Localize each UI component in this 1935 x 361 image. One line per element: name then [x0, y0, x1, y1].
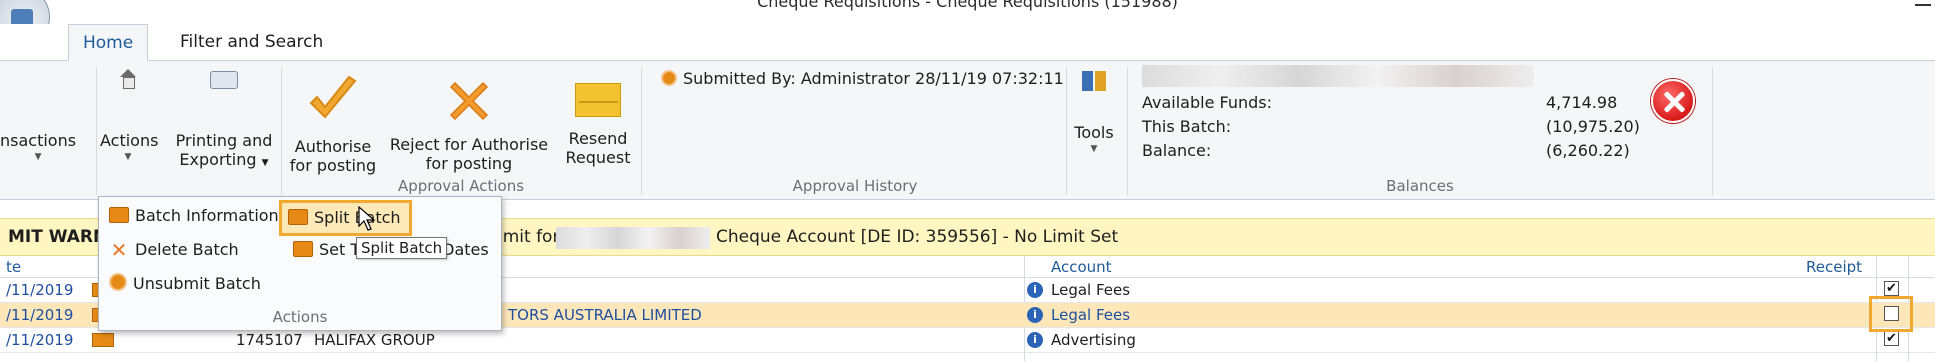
approval-actions-group-label: Approval Actions	[397, 177, 525, 195]
transactions-label: nsactions	[0, 131, 77, 150]
ribbon-separator	[96, 67, 97, 195]
menu-item-batch-information[interactable]: Batch Information	[109, 203, 279, 229]
available-funds-value: 4,714.98	[1546, 93, 1618, 112]
tab-home[interactable]: Home	[68, 24, 149, 62]
row-account: Advertising	[1051, 331, 1136, 349]
printing-label-line2: Exporting	[179, 150, 257, 169]
balance-label: Balance:	[1142, 141, 1212, 160]
chevron-down-icon: ▼	[1090, 144, 1098, 154]
limit-for-text: imit for	[498, 227, 560, 247]
row-date: /11/2019	[6, 331, 74, 349]
receipt-checkbox-highlight	[1869, 296, 1913, 332]
row-name: HALIFAX GROUP	[314, 331, 435, 349]
menu-item-unsubmit-batch[interactable]: Unsubmit Batch	[109, 271, 261, 297]
mail-envelope-icon	[575, 83, 621, 117]
reject-label-line2: for posting	[425, 154, 513, 173]
column-header-account[interactable]: Account	[1051, 258, 1112, 276]
ribbon-separator	[1066, 67, 1067, 195]
unsubmit-icon	[109, 273, 127, 291]
row-date: /11/2019	[6, 281, 74, 299]
this-batch-value: (10,975.20)	[1546, 117, 1640, 136]
row-account: Legal Fees	[1051, 306, 1131, 324]
set-dates-icon	[293, 241, 313, 257]
limit-warning-title: MIT WARN	[8, 227, 108, 247]
window-title: Cheque Requisitions - Cheque Requisition…	[757, 0, 1178, 11]
unsubmit-batch-label: Unsubmit Batch	[133, 274, 261, 293]
actions-dropdown-menu: Batch Information Split Batch ✕ Delete Ba…	[98, 196, 502, 331]
receipt-checkbox[interactable]: ✔	[1884, 281, 1899, 296]
document-icon	[92, 333, 114, 347]
resend-label-line1: Resend	[568, 129, 628, 148]
available-funds-label: Available Funds:	[1142, 93, 1272, 112]
this-batch-label: This Batch:	[1142, 117, 1232, 136]
ribbon: nsactions ▼ Actions ▼ Printing and Expor…	[0, 61, 1935, 200]
tools-icon	[1082, 71, 1106, 91]
house-icon	[117, 69, 139, 91]
minimize-icon[interactable]	[1915, 4, 1931, 6]
chevron-down-icon: ▼	[124, 152, 132, 162]
mouse-cursor-icon	[358, 206, 376, 231]
printing-exporting-button[interactable]: Printing and Exporting ▼	[170, 67, 278, 173]
cheque-account-text: Cheque Account [DE ID: 359556] - No Limi…	[716, 227, 1119, 247]
info-icon[interactable]: i	[1027, 332, 1043, 348]
close-red-icon[interactable]	[1651, 79, 1695, 123]
authorise-for-posting-button[interactable]: Authorise for posting	[286, 67, 380, 175]
table-row[interactable]: /11/2019 1745107 HALIFAX GROUP i Adverti…	[0, 328, 1935, 353]
ribbon-tab-row: Home Filter and Search	[0, 24, 1935, 62]
row-name: TORS AUSTRALIA LIMITED	[508, 306, 702, 324]
ribbon-separator	[1712, 67, 1713, 195]
actions-button[interactable]: Actions ▼	[100, 67, 159, 164]
tools-label: Tools	[1074, 123, 1114, 142]
menu-item-delete-batch[interactable]: ✕ Delete Batch	[109, 237, 239, 263]
row-account: Legal Fees	[1051, 281, 1131, 299]
batch-information-label: Batch Information	[135, 206, 279, 225]
printer-icon	[210, 71, 238, 89]
set-dates-prefix: Set T	[319, 240, 361, 259]
reject-label-line1: Reject for Authorise	[389, 135, 549, 154]
reject-x-icon	[449, 81, 489, 121]
submitted-by-info: Submitted By: Administrator 28/11/19 07:…	[661, 69, 1064, 88]
chevron-down-icon: ▼	[261, 158, 269, 168]
row-date: /11/2019	[6, 306, 74, 324]
info-icon[interactable]: i	[1027, 282, 1043, 298]
split-batch-tooltip: Split Batch	[356, 237, 448, 259]
column-header-date[interactable]: te	[6, 258, 21, 276]
column-header-receipt[interactable]: Receipt	[1806, 258, 1862, 276]
balances-group-label: Balances	[1386, 177, 1454, 195]
ribbon-separator	[281, 67, 282, 195]
submitted-status-icon	[661, 70, 677, 86]
checkmark-icon	[309, 75, 357, 119]
transactions-button[interactable]: nsactions ▼	[0, 131, 76, 164]
ribbon-separator	[1127, 67, 1128, 195]
receipt-checkbox[interactable]: ✔	[1884, 331, 1899, 346]
ribbon-separator	[641, 67, 642, 195]
submitted-by-text: Submitted By: Administrator 28/11/19 07:…	[683, 69, 1064, 88]
menu-item-split-batch[interactable]: Split Batch	[279, 200, 412, 236]
redacted-account-name	[1142, 65, 1534, 87]
reject-for-authorise-button[interactable]: Reject for Authorise for posting	[388, 67, 550, 173]
resend-label-line2: Request	[565, 148, 631, 167]
authorise-label-line2: for posting	[289, 156, 377, 175]
actions-menu-footer: Actions	[272, 308, 328, 326]
set-dates-suffix: Dates	[442, 240, 489, 259]
delete-batch-label: Delete Batch	[135, 240, 239, 259]
tools-button[interactable]: Tools ▼	[1072, 67, 1116, 156]
batch-information-icon	[109, 207, 129, 223]
split-batch-icon	[288, 209, 308, 225]
redacted-account-text	[556, 227, 710, 249]
approval-history-group-label: Approval History	[792, 177, 918, 195]
row-number: 1745107	[236, 331, 303, 349]
authorise-label-line1: Authorise	[294, 137, 372, 156]
actions-label: Actions	[100, 131, 159, 150]
info-icon[interactable]: i	[1027, 307, 1043, 323]
balance-value: (6,260.22)	[1546, 141, 1630, 160]
printing-label-line1: Printing and	[175, 131, 273, 150]
resend-request-button[interactable]: Resend Request	[560, 67, 636, 167]
chevron-down-icon: ▼	[34, 152, 42, 162]
tab-filter-and-search[interactable]: Filter and Search	[166, 24, 337, 61]
delete-x-icon: ✕	[110, 238, 128, 262]
title-bar: Cheque Requisitions - Cheque Requisition…	[0, 0, 1935, 20]
